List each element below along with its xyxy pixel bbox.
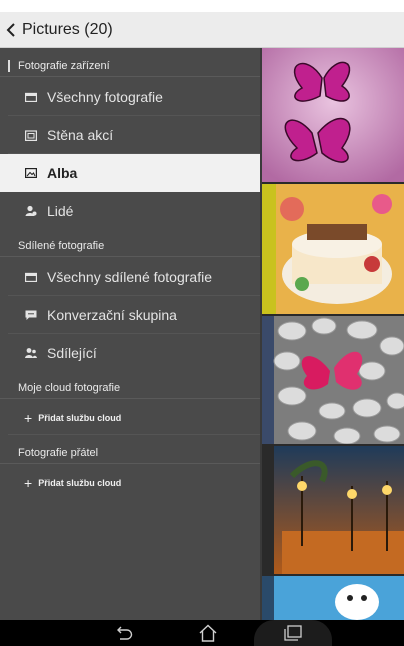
nav-recent-button[interactable] [254, 620, 332, 646]
drawer-item-people[interactable]: Lidé [0, 192, 262, 230]
photo-thumbnail[interactable] [262, 48, 404, 182]
drawer-item-label: Všechny sdílené fotografie [47, 269, 212, 285]
photo-thumbnail[interactable] [262, 316, 404, 444]
navigation-drawer: Fotografie zařízení Všechny fotografie S… [0, 48, 262, 620]
app-header: Pictures (20) [0, 12, 404, 48]
drawer-item-label: Sdílející [47, 345, 97, 361]
drawer-item-label: Stěna akcí [47, 127, 114, 143]
people-icon [24, 205, 38, 217]
photo-thumbnail[interactable] [262, 184, 404, 314]
drawer-item-label: Alba [47, 165, 78, 181]
event-wall-icon [24, 129, 38, 141]
section-cloud-photos: Moje cloud fotografie [0, 378, 262, 399]
plus-icon: + [24, 410, 33, 426]
chevron-left-icon [6, 22, 15, 37]
section-label: Fotografie zařízení [18, 60, 110, 72]
system-nav-bar [0, 620, 404, 646]
add-cloud-label: Přidat službu cloud [38, 478, 122, 488]
back-icon [117, 626, 133, 640]
drawer-item-label: Lidé [47, 203, 74, 219]
page-title: Pictures (20) [22, 20, 113, 38]
album-icon [24, 167, 38, 179]
drawer-item-event-wall[interactable]: Stěna akcí [0, 116, 262, 154]
back-button[interactable] [0, 12, 22, 48]
section-label: Sdílené fotografie [18, 240, 105, 252]
drawer-item-label: Všechny fotografie [47, 89, 163, 105]
add-cloud-label: Přidat službu cloud [38, 413, 122, 423]
section-label: Fotografie přátel [18, 447, 99, 459]
section-label: Moje cloud fotografie [18, 382, 121, 394]
status-bar [0, 0, 404, 12]
drawer-item-sharers[interactable]: Sdílející [0, 334, 262, 372]
gallery-icon [24, 91, 38, 103]
home-icon [199, 624, 217, 642]
section-device-photos: Fotografie zařízení [0, 56, 262, 77]
section-shared-photos: Sdílené fotografie [0, 236, 262, 257]
section-friends-photos: Fotografie přátel [0, 443, 262, 464]
sharers-icon [24, 347, 38, 359]
nav-home-button[interactable] [188, 620, 228, 646]
chat-icon [24, 309, 38, 321]
drawer-item-all-photos[interactable]: Všechny fotografie [0, 78, 262, 116]
photo-thumbnail[interactable] [262, 576, 404, 620]
photo-thumbnail[interactable] [262, 446, 404, 574]
drawer-item-chat-group[interactable]: Konverzační skupina [0, 296, 262, 334]
nav-back-button[interactable] [104, 620, 144, 646]
plus-icon: + [24, 475, 33, 491]
photo-grid [262, 48, 404, 620]
add-friends-cloud-service-button[interactable]: + Přidat službu cloud [0, 466, 262, 500]
shared-gallery-icon [24, 271, 38, 283]
drawer-item-all-shared[interactable]: Všechny sdílené fotografie [0, 258, 262, 296]
add-cloud-service-button[interactable]: + Přidat službu cloud [0, 401, 262, 435]
drawer-item-albums[interactable]: Alba [0, 154, 262, 192]
drawer-item-label: Konverzační skupina [47, 307, 177, 323]
recent-apps-icon [284, 625, 302, 641]
